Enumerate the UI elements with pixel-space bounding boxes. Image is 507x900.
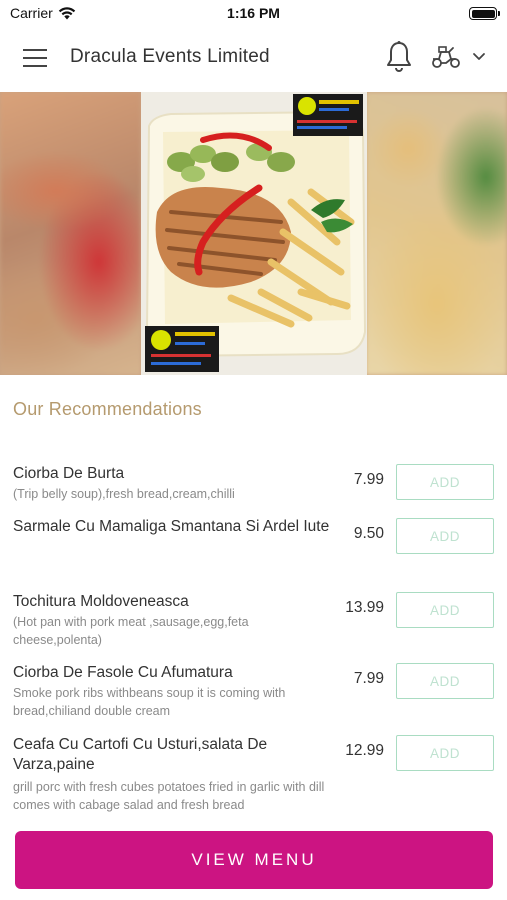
hero-banner — [0, 92, 507, 375]
app-header: Dracula Events Limited — [0, 26, 507, 92]
menu-icon[interactable] — [23, 49, 47, 67]
page-title: Dracula Events Limited — [70, 46, 270, 67]
section-title-recommendations: Our Recommendations — [13, 399, 202, 419]
view-menu-button[interactable]: VIEW MENU — [15, 831, 493, 889]
food-photo — [141, 92, 367, 375]
item-price: 7.99 — [353, 471, 384, 488]
item-price: 7.99 — [353, 670, 384, 687]
status-bar: Carrier 1:16 PM — [0, 0, 507, 26]
item-price: 12.99 — [345, 742, 384, 759]
item-name: Tochitura Moldoveneasca — [13, 593, 189, 610]
add-button[interactable]: ADD — [396, 464, 494, 500]
item-name: Ciorba De Burta — [13, 465, 125, 482]
delivery-scooter-icon[interactable] — [430, 44, 462, 70]
battery-icon — [469, 7, 500, 20]
add-button[interactable]: ADD — [396, 592, 494, 628]
item-price: 9.50 — [353, 525, 384, 542]
chevron-down-icon[interactable] — [472, 52, 486, 62]
bell-icon[interactable] — [384, 40, 414, 74]
item-description: (Trip belly soup),fresh bread,cream,chil… — [13, 487, 235, 501]
hero-blurred-right — [366, 92, 507, 375]
hero-blurred-left — [0, 92, 141, 375]
item-name: Ciorba De Fasole Cu Afumatura — [13, 664, 233, 681]
item-description: grill porc with fresh cubes potatoes fri… — [13, 780, 325, 812]
add-button[interactable]: ADD — [396, 518, 494, 554]
item-name: Sarmale Cu Mamaliga Smantana Si Ardel Iu… — [13, 518, 330, 535]
item-description: Smoke pork ribs withbeans soup it is com… — [13, 686, 286, 718]
status-time: 1:16 PM — [227, 5, 280, 21]
item-description: (Hot pan with pork meat ,sausage,egg,fet… — [13, 615, 249, 647]
item-price: 13.99 — [345, 599, 384, 616]
item-name: Ceafa Cu Cartofi Cu Usturi,salata De Var… — [13, 736, 268, 773]
add-button[interactable]: ADD — [396, 663, 494, 699]
add-button[interactable]: ADD — [396, 735, 494, 771]
